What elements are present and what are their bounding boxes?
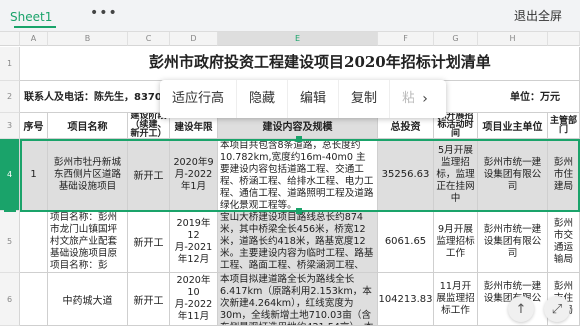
menu-fit-row-height[interactable]: 适应行高 xyxy=(160,80,238,118)
row-header-6[interactable]: 6 xyxy=(0,273,20,326)
column-header-b[interactable]: B xyxy=(48,32,128,46)
row5-tender[interactable]: 9月开展监理招标工作 xyxy=(434,211,478,273)
header-owner[interactable]: 项目业主单位 xyxy=(478,113,548,139)
column-header-a[interactable]: A xyxy=(20,32,48,46)
row-header-4[interactable]: 4 xyxy=(0,139,20,211)
exit-fullscreen-button[interactable]: 退出全屏 xyxy=(508,5,568,27)
row5-dept[interactable]: 彭州市交通运输局 xyxy=(548,211,580,273)
row5-name[interactable]: 项目名称：彭州市龙门山镇国坪村文旅产业配套基础设施项目原项目名称：彭 xyxy=(48,211,128,273)
row-selection-outline xyxy=(20,139,580,212)
corner-cell[interactable] xyxy=(0,32,20,46)
row-header-2[interactable]: 2 xyxy=(0,81,20,113)
row6-type[interactable]: 新开工 xyxy=(128,273,170,326)
sheet-title: 彭州市政府投资工程建设项目2020年招标计划清单 xyxy=(149,53,491,71)
row6-invest[interactable]: 104213.83 xyxy=(378,273,434,326)
row5-content[interactable]: 宝山大桥建设项目路线总长约874米，其中桥梁全长456米，桥宽12米，道路长约4… xyxy=(218,211,378,273)
row6-seq[interactable] xyxy=(20,273,48,326)
column-header-i[interactable] xyxy=(548,32,580,46)
row6-content[interactable]: 本项目拟建道路全长为路线全长6.417km（原路利用2.153km，本次新建4.… xyxy=(218,273,378,326)
menu-paste[interactable]: 粘 xyxy=(390,80,414,118)
row6-tender[interactable]: 11月开展监理招标工作 xyxy=(434,273,478,326)
menu-copy[interactable]: 复制 xyxy=(339,80,391,118)
menu-edit[interactable]: 编辑 xyxy=(288,80,340,118)
sheet-tab-label: Sheet1 xyxy=(10,10,53,24)
top-bar: Sheet1 ••• 退出全屏 xyxy=(0,0,580,32)
more-options-button[interactable]: ••• xyxy=(90,6,117,26)
row-header-3[interactable]: 3 xyxy=(0,113,20,139)
row5-period[interactable]: 2019年12月-2021年12月 xyxy=(170,211,218,273)
scroll-top-button[interactable]: ↑ xyxy=(508,296,534,322)
selection-handle-bottom[interactable] xyxy=(296,208,302,214)
arrow-up-icon: ↑ xyxy=(515,301,527,317)
selection-handle-top[interactable] xyxy=(296,136,302,142)
sheet-tab-underline xyxy=(14,26,56,28)
header-seq[interactable]: 序号 xyxy=(20,113,48,139)
sheet-tab[interactable]: Sheet1 xyxy=(10,6,52,28)
column-header-f[interactable]: F xyxy=(378,32,434,46)
row6-name[interactable]: 中药城大道 xyxy=(48,273,128,326)
row-resize-handle[interactable] xyxy=(4,208,16,212)
row5-invest[interactable]: 6061.65 xyxy=(378,211,434,273)
row5-type[interactable]: 新开工 xyxy=(128,211,170,273)
column-header-h[interactable]: H xyxy=(478,32,548,46)
column-header-c[interactable]: C xyxy=(128,32,170,46)
row6-period[interactable]: 2020年10月-2022年11月 xyxy=(170,273,218,326)
row-header-5[interactable]: 5 xyxy=(0,211,20,273)
chevron-right-icon[interactable]: › xyxy=(414,80,436,118)
column-header-d[interactable]: D xyxy=(170,32,218,46)
header-dept[interactable]: 主管部门 xyxy=(548,113,580,139)
row5-owner[interactable]: 彭州市统一建设集团有限公司 xyxy=(478,211,548,273)
expand-icon: ⤢ xyxy=(551,301,563,317)
contact-text: 联系人及电话：陈先生，83701 xyxy=(24,92,169,103)
column-header-e[interactable]: E xyxy=(218,32,378,46)
zoom-button[interactable]: ⤢ xyxy=(544,296,570,322)
header-name[interactable]: 项目名称 xyxy=(48,113,128,139)
column-header-g[interactable]: G xyxy=(434,32,478,46)
row5-seq[interactable] xyxy=(20,211,48,273)
menu-hide[interactable]: 隐藏 xyxy=(237,80,289,118)
row-header-1[interactable]: 1 xyxy=(0,47,20,81)
unit-text: 单位：万元 xyxy=(510,92,560,103)
context-menu: 适应行高 隐藏 编辑 复制 粘 › xyxy=(160,80,446,118)
